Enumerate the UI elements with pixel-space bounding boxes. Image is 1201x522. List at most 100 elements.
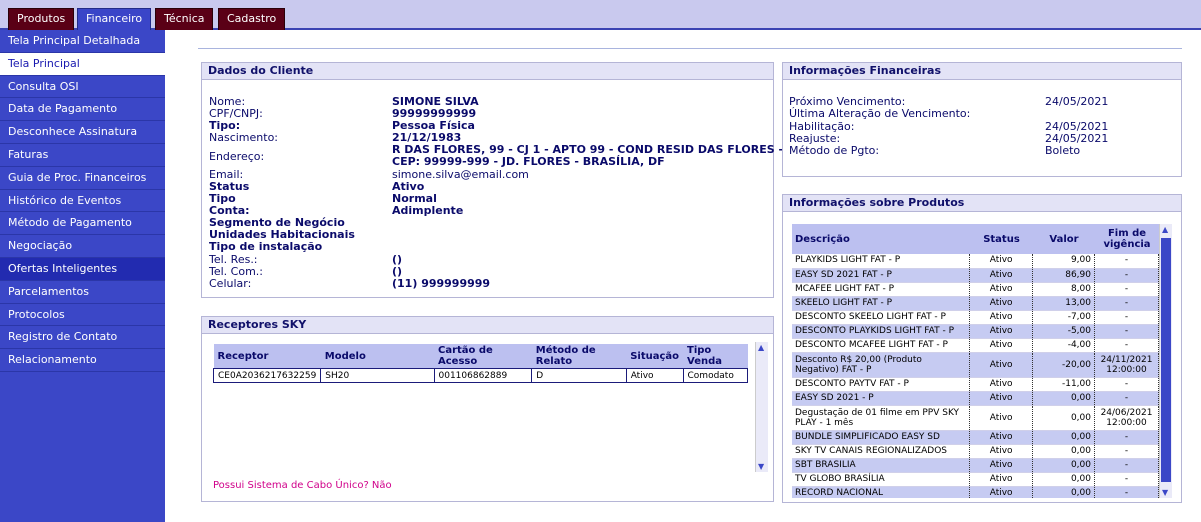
- cell-descricao: EASY SD 2021 FAT - P: [792, 268, 971, 283]
- sidebar-item-parcelamentos[interactable]: Parcelamentos: [0, 281, 165, 304]
- sidebar-item-desconhece-assinatura[interactable]: Desconhece Assinatura: [0, 121, 165, 144]
- cell-status: Ativo: [969, 405, 1034, 431]
- col-descricao: Descrição: [792, 224, 970, 254]
- panel-title: Dados do Cliente: [202, 63, 773, 80]
- label-endereco: Endereço:: [209, 150, 265, 163]
- cell-fim-vigencia: -: [1094, 268, 1159, 283]
- table-row[interactable]: DESCONTO PLAYKIDS LIGHT FAT - P Ativo -5,0…: [792, 324, 1159, 339]
- cell-status: Ativo: [969, 268, 1034, 283]
- label-tipo-instalacao: Tipo de instalação: [209, 240, 323, 253]
- value-endereco-line2: CEP: 99999-999 - JD. FLORES - BRASÍLIA, …: [392, 155, 665, 168]
- cell-valor: -7,00: [1032, 310, 1095, 325]
- cell-descricao: BUNDLE SIMPLIFICADO EASY SD: [792, 430, 971, 445]
- sidebar-item-relacionamento[interactable]: Relacionamento: [0, 349, 165, 372]
- top-tab-bar: Produtos Financeiro Técnica Cadastro: [0, 0, 1201, 30]
- cell-cartao: 001106862889: [433, 368, 533, 383]
- tab-financeiro[interactable]: Financeiro: [77, 8, 152, 30]
- tab-cadastro[interactable]: Cadastro: [218, 8, 286, 30]
- cell-status: Ativo: [969, 296, 1034, 311]
- table-row[interactable]: Degustação de 01 filme em PPV SKY PLAY -…: [792, 405, 1159, 431]
- cell-status: Ativo: [969, 472, 1034, 487]
- cell-modelo: SH20: [320, 368, 435, 383]
- panel-title: Receptores SKY: [202, 317, 773, 334]
- cell-valor: -4,00: [1032, 338, 1095, 353]
- label-ultima-alteracao: Última Alteração de Vencimento:: [789, 107, 971, 120]
- label-metodo-pgto: Método de Pgto:: [789, 144, 880, 157]
- produtos-table: Descrição Status Valor Fim de vigência: [792, 224, 1159, 254]
- table-row[interactable]: SKY TV CANAIS REGIONALIZADOS Ativo 0,00-: [792, 444, 1159, 459]
- cell-valor: 0,00: [1032, 444, 1095, 459]
- sidebar-item-guia-proc-financeiros[interactable]: Guia de Proc. Financeiros: [0, 167, 165, 190]
- sidebar-item-tela-principal[interactable]: Tela Principal: [0, 52, 165, 76]
- sidebar-item-registro-de-contato[interactable]: Registro de Contato: [0, 326, 165, 350]
- cell-fim-vigencia: -: [1094, 472, 1159, 487]
- scroll-up-icon[interactable]: ▲: [758, 343, 764, 352]
- table-row[interactable]: SKEELO LIGHT FAT - P Ativo 13,00-: [792, 296, 1159, 311]
- cell-valor: 0,00: [1032, 405, 1095, 431]
- sidebar-item-faturas[interactable]: Faturas: [0, 144, 165, 167]
- produtos-scrollbar[interactable]: ▲ ▼: [1159, 224, 1172, 498]
- table-row[interactable]: BUNDLE SIMPLIFICADO EASY SD Ativo 0,00-: [792, 430, 1159, 445]
- main-content: Dados do Cliente Nome: SIMONE SILVA CPF/…: [165, 30, 1201, 522]
- cell-valor: 0,00: [1032, 391, 1095, 406]
- table-row[interactable]: MCAFEE LIGHT FAT - P Ativo 8,00-: [792, 282, 1159, 297]
- cell-status: Ativo: [969, 458, 1034, 473]
- tab-produtos[interactable]: Produtos: [8, 8, 75, 30]
- cell-status: Ativo: [969, 352, 1034, 378]
- table-row[interactable]: DESCONTO PAYTV FAT - P Ativo -11,00-: [792, 377, 1159, 392]
- receptores-table: Receptor Modelo Cartão de Acesso Método …: [212, 344, 749, 383]
- cell-descricao: EASY SD 2021 - P: [792, 391, 971, 406]
- tab-tecnica[interactable]: Técnica: [155, 8, 214, 30]
- cell-status: Ativo: [969, 338, 1034, 353]
- table-row[interactable]: RECORD NACIONAL Ativo 0,00-: [792, 486, 1159, 498]
- cell-descricao: DESCONTO SKEELO LIGHT FAT - P: [792, 310, 971, 325]
- sidebar-item-data-de-pagamento[interactable]: Data de Pagamento: [0, 98, 165, 122]
- sidebar-item-consulta-osi[interactable]: Consulta OSI: [0, 76, 165, 99]
- table-row[interactable]: DESCONTO SKEELO LIGHT FAT - P Ativo -7,00-: [792, 310, 1159, 325]
- table-row[interactable]: SBT BRASILIA Ativo 0,00-: [792, 458, 1159, 473]
- cell-valor: -11,00: [1032, 377, 1095, 392]
- cell-descricao: DESCONTO PLAYKIDS LIGHT FAT - P: [792, 324, 971, 339]
- sidebar-item-metodo-de-pagamento[interactable]: Método de Pagamento: [0, 212, 165, 236]
- table-row[interactable]: PLAYKIDS LIGHT FAT - P Ativo 9,00-: [792, 254, 1159, 269]
- scroll-down-icon[interactable]: ▼: [758, 462, 764, 471]
- table-row[interactable]: CE0A2036217632259 SH20 001106862889 D At…: [212, 368, 749, 383]
- receptores-scrollbar[interactable]: ▲ ▼: [755, 342, 768, 472]
- cell-fim-vigencia: -: [1094, 444, 1159, 459]
- sidebar: Tela Principal Detalhada Tela Principal …: [0, 30, 165, 522]
- sidebar-item-ofertas-inteligentes[interactable]: Ofertas Inteligentes: [0, 257, 165, 281]
- label-nascimento: Nascimento:: [209, 131, 279, 144]
- table-row[interactable]: DESCONTO MCAFEE LIGHT FAT - P Ativo -4,00-: [792, 338, 1159, 353]
- scroll-up-icon[interactable]: ▲: [1162, 225, 1168, 234]
- cell-status: Ativo: [969, 444, 1034, 459]
- cell-status: Ativo: [969, 391, 1034, 406]
- panel-title: Informações Financeiras: [783, 63, 1181, 80]
- cell-fim-vigencia: -: [1094, 458, 1159, 473]
- table-row[interactable]: EASY SD 2021 FAT - P Ativo 86,90-: [792, 268, 1159, 283]
- sidebar-item-protocolos[interactable]: Protocolos: [0, 304, 165, 327]
- cabo-unico-info: Possui Sistema de Cabo Único? Não: [213, 480, 392, 491]
- cell-fim-vigencia: -: [1094, 391, 1159, 406]
- cell-descricao: PLAYKIDS LIGHT FAT - P: [792, 254, 971, 269]
- col-modelo: Modelo: [320, 344, 434, 369]
- cell-descricao: SKEELO LIGHT FAT - P: [792, 296, 971, 311]
- col-valor: Valor: [1033, 224, 1095, 254]
- sidebar-item-historico-de-eventos[interactable]: Histórico de Eventos: [0, 190, 165, 213]
- cell-valor: -20,00: [1032, 352, 1095, 378]
- table-row[interactable]: Desconto R$ 20,00 (Produto Negativo) FAT…: [792, 352, 1159, 378]
- table-row[interactable]: EASY SD 2021 - P Ativo 0,00-: [792, 391, 1159, 406]
- produtos-table-viewport: Descrição Status Valor Fim de vigência P…: [792, 224, 1159, 498]
- cell-valor: 9,00: [1032, 254, 1095, 269]
- scroll-down-icon[interactable]: ▼: [1162, 488, 1168, 497]
- cell-valor: 8,00: [1032, 282, 1095, 297]
- scroll-thumb[interactable]: [1161, 238, 1171, 482]
- cell-descricao: Degustação de 01 filme em PPV SKY PLAY -…: [792, 405, 971, 431]
- divider: [198, 48, 1182, 49]
- cell-fim-vigencia: -: [1094, 324, 1159, 339]
- cell-status: Ativo: [969, 282, 1034, 297]
- sidebar-item-tela-principal-detalhada[interactable]: Tela Principal Detalhada: [0, 30, 165, 53]
- cell-fim-vigencia: -: [1094, 338, 1159, 353]
- sidebar-item-negociacao[interactable]: Negociação: [0, 235, 165, 258]
- table-row[interactable]: TV GLOBO BRASÍLIA Ativo 0,00-: [792, 472, 1159, 487]
- col-situacao: Situação: [626, 344, 684, 369]
